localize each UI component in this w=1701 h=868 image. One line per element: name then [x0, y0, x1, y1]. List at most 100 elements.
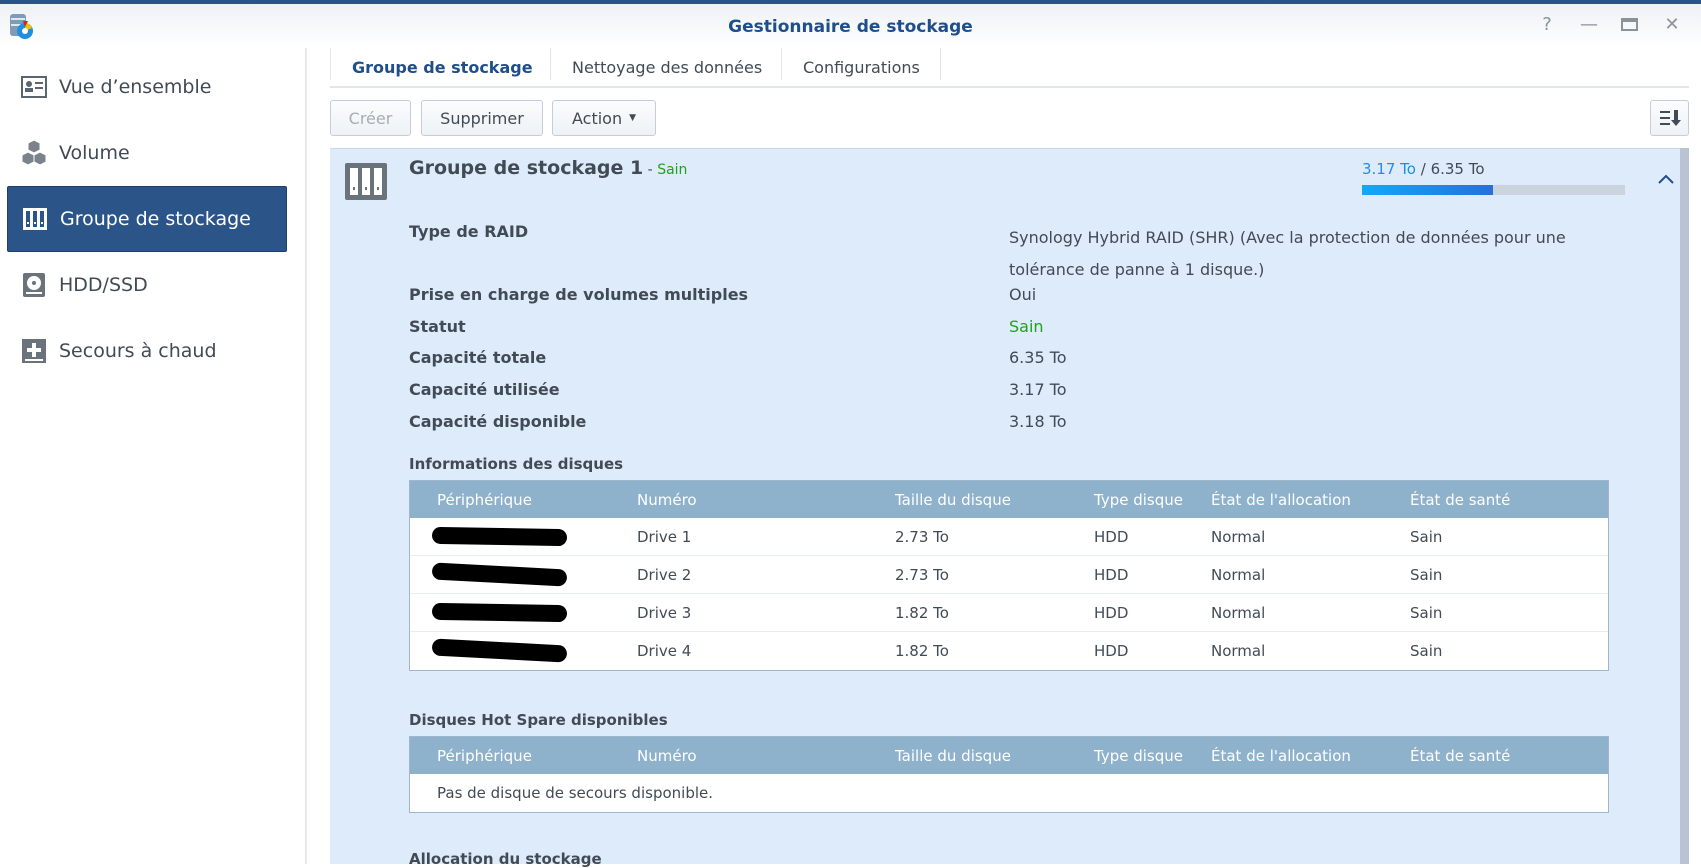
tab-data-scrubbing[interactable]: Nettoyage des données: [572, 48, 762, 87]
collapse-chevron-icon[interactable]: [1657, 170, 1675, 189]
sort-icon: [1659, 110, 1681, 126]
hdd-icon: [19, 272, 49, 298]
caret-down-icon: ▼: [629, 113, 637, 123]
sidebar-item-label: Volume: [59, 142, 130, 164]
cell-number: Drive 4: [637, 642, 692, 660]
storage-pool-icon: [20, 206, 50, 232]
tab-storage-pool[interactable]: Groupe de stockage: [352, 48, 533, 87]
column-header[interactable]: Taille du disque: [895, 481, 1011, 518]
column-header[interactable]: Périphérique: [437, 737, 532, 774]
sidebar-item-label: Secours à chaud: [59, 340, 217, 362]
tab-separator: [940, 48, 941, 80]
pool-usage-text: 3.17 To / 6.35 To: [1362, 160, 1485, 178]
detail-value: 6.35 To: [1009, 348, 1067, 367]
column-header[interactable]: État de santé: [1410, 481, 1510, 518]
redacted-device-name: [431, 562, 568, 587]
overview-icon: [19, 74, 49, 100]
column-header[interactable]: Périphérique: [437, 481, 532, 518]
tab-separator: [330, 48, 331, 80]
pool-title: Groupe de stockage 1 - Sain: [409, 157, 687, 179]
detail-label: Type de RAID: [409, 222, 529, 241]
storage-pool-icon: [345, 163, 387, 204]
cell-size: 1.82 To: [895, 603, 949, 622]
sidebar-item-storage-pool[interactable]: Groupe de stockage: [7, 186, 287, 252]
disk-info-title: Informations des disques: [409, 455, 624, 473]
cell-type: HDD: [1094, 642, 1129, 660]
cell-type: HDD: [1094, 565, 1129, 584]
sidebar-item-overview[interactable]: Vue d’ensemble: [7, 54, 287, 120]
window-title: Gestionnaire de stockage: [728, 17, 973, 37]
detail-value: Synology Hybrid RAID (SHR) (Avec la prot…: [1009, 228, 1566, 279]
cell-allocation: Normal: [1211, 642, 1266, 660]
detail-label: Capacité utilisée: [409, 380, 560, 399]
action-button[interactable]: Action ▼: [552, 100, 656, 136]
column-header[interactable]: Taille du disque: [895, 737, 1011, 774]
detail-value: Oui: [1009, 285, 1037, 304]
column-header[interactable]: Numéro: [637, 481, 697, 518]
detail-label: Capacité disponible: [409, 412, 587, 431]
sidebar-item-label: Vue d’ensemble: [59, 76, 212, 98]
redacted-device-name: [431, 526, 568, 547]
table-header: Périphérique Numéro Taille du disque Typ…: [410, 481, 1608, 518]
action-label: Action: [571, 108, 623, 128]
help-icon[interactable]: ?: [1535, 14, 1559, 35]
cell-number: Drive 3: [637, 603, 692, 622]
detail-value: 3.17 To: [1009, 380, 1067, 399]
cell-number: Drive 1: [637, 527, 692, 546]
cell-number: Drive 2: [637, 565, 692, 584]
tab-separator: [550, 48, 551, 80]
sidebar-item-hdd-ssd[interactable]: HDD/SSD: [7, 252, 287, 318]
cell-size: 2.73 To: [895, 565, 949, 584]
column-header[interactable]: État de santé: [1410, 737, 1510, 774]
sidebar: Vue d’ensemble Volume Groupe de stockage…: [0, 48, 307, 864]
detail-value: Sain: [1009, 317, 1044, 336]
cell-health: Sain: [1410, 565, 1443, 584]
table-row[interactable]: Drive 1 2.73 To HDD Normal Sain: [410, 518, 1608, 556]
cell-type: HDD: [1094, 603, 1129, 622]
hot-spare-icon: [19, 338, 49, 364]
table-row[interactable]: Drive 4 1.82 To HDD Normal Sain: [410, 632, 1608, 670]
detail-value: 3.18 To: [1009, 412, 1067, 431]
cell-health: Sain: [1410, 603, 1443, 622]
sort-button[interactable]: [1650, 100, 1689, 136]
empty-row: Pas de disque de secours disponible.: [410, 774, 1608, 812]
cell-allocation: Normal: [1211, 603, 1266, 622]
maximize-icon[interactable]: [1618, 14, 1642, 38]
table-row[interactable]: Drive 2 2.73 To HDD Normal Sain: [410, 556, 1608, 594]
usage-bar: [1362, 185, 1625, 195]
tab-underline: [330, 86, 1689, 88]
detail-label: Capacité totale: [409, 348, 547, 367]
cell-size: 2.73 To: [895, 527, 949, 546]
column-header[interactable]: Numéro: [637, 737, 697, 774]
hot-spare-table: Périphérique Numéro Taille du disque Typ…: [409, 736, 1609, 813]
title-bar: Gestionnaire de stockage ? — ✕: [0, 4, 1701, 48]
cell-size: 1.82 To: [895, 642, 949, 660]
disk-info-table: Périphérique Numéro Taille du disque Typ…: [409, 480, 1609, 671]
column-header[interactable]: État de l'allocation: [1211, 737, 1351, 774]
sidebar-item-label: HDD/SSD: [59, 274, 148, 296]
scrollbar[interactable]: [1680, 148, 1689, 864]
cell-health: Sain: [1410, 527, 1443, 546]
column-header[interactable]: Type disque: [1094, 481, 1183, 518]
redacted-device-name: [431, 602, 568, 623]
delete-button[interactable]: Supprimer: [421, 100, 543, 136]
column-header[interactable]: Type disque: [1094, 737, 1183, 774]
tab-configurations[interactable]: Configurations: [803, 48, 920, 87]
close-icon[interactable]: ✕: [1660, 14, 1684, 35]
cell-allocation: Normal: [1211, 565, 1266, 584]
column-header[interactable]: État de l'allocation: [1211, 481, 1351, 518]
cell-health: Sain: [1410, 642, 1443, 660]
allocation-title: Allocation du stockage: [409, 850, 602, 868]
usage-bar-fill: [1362, 185, 1494, 195]
usage-separator: /: [1415, 160, 1431, 178]
tab-separator: [781, 48, 782, 80]
empty-message: Pas de disque de secours disponible.: [437, 784, 713, 802]
sidebar-item-label: Groupe de stockage: [60, 208, 251, 230]
table-row[interactable]: Drive 3 1.82 To HDD Normal Sain: [410, 594, 1608, 632]
create-button[interactable]: Créer: [330, 100, 411, 136]
minimize-icon[interactable]: —: [1577, 14, 1601, 35]
redacted-device-name: [431, 638, 568, 663]
sidebar-item-hot-spare[interactable]: Secours à chaud: [7, 318, 287, 384]
volume-icon: [19, 139, 49, 166]
sidebar-item-volume[interactable]: Volume: [7, 120, 287, 186]
